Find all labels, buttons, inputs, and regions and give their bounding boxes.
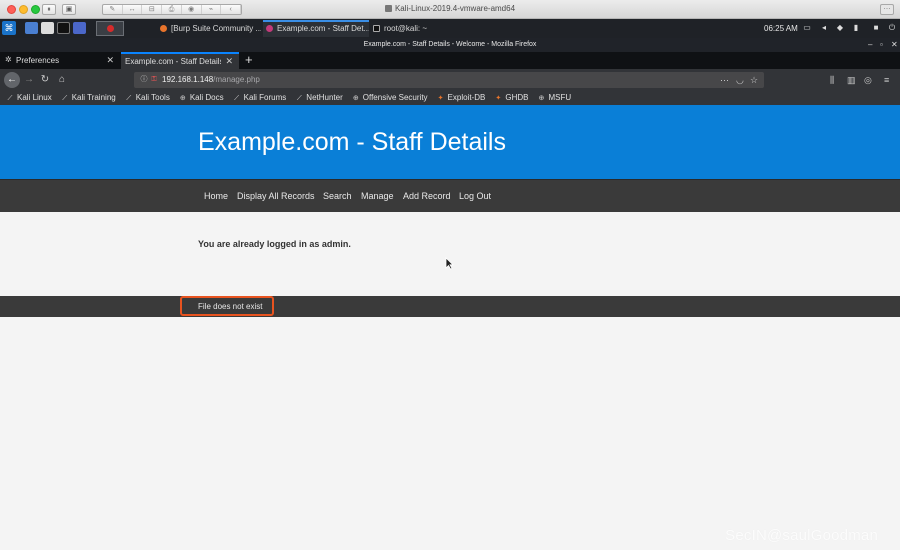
nav-manage-link[interactable]: Manage (361, 180, 394, 212)
kali-dragon-icon: ⟋ (234, 95, 240, 102)
bookmark-offensive-security[interactable]: ⊕ Offensive Security (352, 91, 428, 105)
forward-button[interactable]: → (22, 73, 36, 87)
tab-strip: ✲ Preferences ✕ Example.com - Staff Deta… (0, 52, 900, 69)
library-icon[interactable]: ⫼ (830, 73, 834, 87)
back-button[interactable]: ← (4, 72, 20, 88)
site-header: Example.com - Staff Details (0, 105, 900, 179)
display-icon[interactable]: ▭ (803, 24, 811, 32)
site-nav: Home Display All Records Search Manage A… (0, 179, 900, 212)
terminal-icon (373, 25, 380, 32)
volume-icon[interactable]: ◂ (820, 24, 828, 32)
site-title: Example.com - Staff Details (198, 128, 506, 156)
tab-staff-details[interactable]: Example.com - Staff Details ✕ (121, 52, 239, 69)
insecure-lock-icon[interactable]: ⚿ (150, 76, 158, 84)
bookmark-star-icon[interactable]: ☆ (750, 72, 758, 88)
kali-dragon-icon: ⟋ (7, 95, 13, 102)
bookmark-kali-tools[interactable]: ⟋ Kali Tools (125, 91, 170, 105)
page-actions-icon[interactable]: ⋯ (720, 72, 729, 88)
taskbar-item-terminal[interactable]: root@kali: ~ (370, 20, 450, 37)
firefox-window-title: Example.com - Staff Details - Welcome - … (0, 38, 900, 52)
notification-bell-icon[interactable]: ◆ (836, 24, 844, 32)
kali-dragon-icon: ⟋ (296, 95, 302, 102)
nav-add-record-link[interactable]: Add Record (403, 180, 451, 212)
tab-close-icon[interactable]: ✕ (106, 52, 114, 69)
bookmark-kali-linux[interactable]: ⟋ Kali Linux (6, 91, 52, 105)
navigation-toolbar: ← → ↻ ⌂ ⓘ ⚿ 192.168.1.148/manage.php ⋯ ◡… (0, 69, 900, 91)
page-footer: File does not exist (0, 296, 900, 317)
info-icon[interactable]: ⓘ (140, 76, 148, 84)
taskbar-item-firefox[interactable]: Example.com - Staff Det... (263, 20, 369, 37)
watermark-text: SecIN@saulGoodman (725, 527, 878, 544)
desktop-launcher-icon[interactable] (25, 22, 38, 34)
bookmark-ghdb[interactable]: ✦ GHDB (494, 91, 528, 105)
reload-button[interactable]: ↻ (38, 73, 52, 87)
maximize-icon[interactable]: ▫ (880, 38, 883, 52)
globe-icon: ⊕ (179, 95, 186, 102)
workspace-switcher[interactable] (96, 21, 124, 36)
bookmark-nethunter[interactable]: ⟋ NetHunter (295, 91, 343, 105)
account-icon[interactable]: ◎ (864, 73, 872, 87)
vm-window-titlebar: ⏸ ▣ ✎ ↔ ⊟ ⎙ ◉ ⌁ ‹ Kali-Linux-2019.4-vmwa… (0, 0, 900, 19)
kali-menu-icon[interactable]: ⌘ (2, 21, 16, 35)
mouse-cursor-icon (445, 257, 454, 270)
kali-dragon-icon: ⟋ (62, 95, 68, 102)
bookmark-kali-docs[interactable]: ⊕ Kali Docs (179, 91, 224, 105)
menu-icon[interactable]: ≡ (884, 73, 889, 87)
firefox-icon (266, 25, 273, 32)
sidebar-icon[interactable]: ▥ (847, 73, 856, 87)
workspace-indicator-icon (107, 25, 114, 32)
close-icon[interactable]: ✕ (891, 38, 898, 52)
terminal-launcher-icon[interactable] (57, 22, 70, 34)
vm-window-title: Kali-Linux-2019.4-vmware-amd64 (0, 4, 900, 13)
globe-icon: ⊕ (352, 95, 359, 102)
taskbar-item-burp[interactable]: [Burp Suite Community ... (157, 20, 261, 37)
globe-icon: ⊕ (538, 95, 545, 102)
tab-preferences[interactable]: ✲ Preferences ✕ (0, 52, 120, 69)
browser-launcher-icon[interactable] (73, 22, 86, 34)
kali-top-panel: ⌘ [Burp Suite Community ... Example.com … (0, 19, 900, 38)
exploit-db-icon: ✦ (437, 95, 444, 102)
bookmarks-toolbar: ⟋ Kali Linux ⟋ Kali Training ⟋ Kali Tools ⊕… (0, 91, 900, 105)
nav-display-all-records-link[interactable]: Display All Records (237, 180, 315, 212)
web-page: Example.com - Staff Details Home Display… (0, 105, 900, 550)
panel-clock[interactable]: 06:25 AM (764, 19, 798, 38)
vm-icon (384, 5, 392, 12)
nav-search-link[interactable]: Search (323, 180, 352, 212)
battery-icon[interactable]: ▮ (852, 24, 860, 32)
bookmark-msfu[interactable]: ⊕ MSFU (537, 91, 572, 105)
bookmark-exploit-db[interactable]: ✦ Exploit-DB (437, 91, 486, 105)
tab-close-icon[interactable]: ✕ (225, 54, 233, 69)
new-tab-button[interactable]: + (245, 52, 253, 68)
pocket-icon[interactable]: ◡ (736, 72, 744, 88)
login-status-message: You are already logged in as admin. (198, 239, 351, 249)
bookmark-kali-forums[interactable]: ⟋ Kali Forums (233, 91, 286, 105)
vm-settings-button[interactable]: ⋯ (880, 4, 894, 15)
bookmark-kali-training[interactable]: ⟋ Kali Training (61, 91, 115, 105)
nav-home-link[interactable]: Home (204, 180, 228, 212)
home-button[interactable]: ⌂ (55, 73, 69, 87)
exploit-db-icon: ✦ (495, 95, 502, 102)
file-manager-launcher-icon[interactable] (41, 22, 54, 34)
minimize-icon[interactable]: – (868, 38, 872, 52)
lock-icon[interactable]: ■ (872, 24, 880, 32)
url-text: 192.168.1.148/manage.php (162, 75, 260, 84)
power-icon[interactable]: ⏻ (888, 24, 896, 32)
nav-log-out-link[interactable]: Log Out (459, 180, 491, 212)
file-error-message: File does not exist (198, 302, 263, 311)
gear-icon: ✲ (5, 55, 12, 64)
kali-dragon-icon: ⟋ (126, 95, 132, 102)
url-bar[interactable]: ⓘ ⚿ 192.168.1.148/manage.php ⋯ ◡ ☆ (134, 72, 764, 88)
burp-icon (160, 25, 167, 32)
